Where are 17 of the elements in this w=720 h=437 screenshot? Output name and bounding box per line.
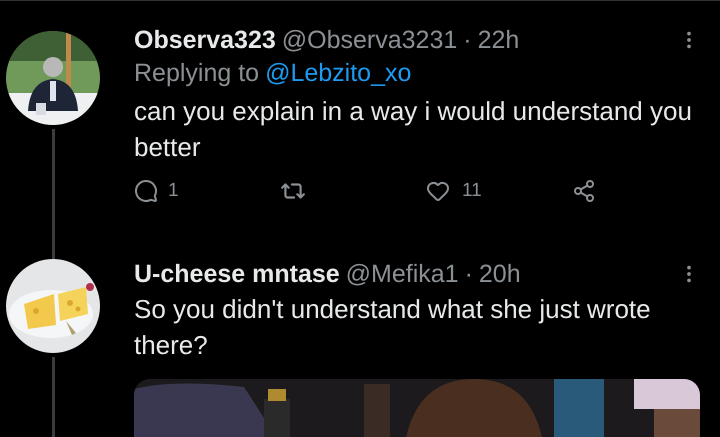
separator-dot: · xyxy=(464,259,473,289)
author-handle: @Observa3231 xyxy=(282,25,458,55)
like-icon[interactable] xyxy=(426,179,450,204)
reply-count: 1 xyxy=(168,179,179,203)
timestamp: 20h xyxy=(478,259,521,289)
timestamp: 22h xyxy=(478,25,520,55)
like-count: 11 xyxy=(462,179,482,203)
author-name: U-cheese mntase xyxy=(134,259,340,289)
share-icon[interactable] xyxy=(572,179,596,204)
mention-link[interactable]: @Lebzito_xo xyxy=(265,55,412,91)
separator-dot: · xyxy=(463,25,472,55)
reply-label: Replying to xyxy=(134,58,260,89)
author-handle: @Mefika1 xyxy=(346,259,459,289)
reply-icon[interactable] xyxy=(134,179,158,204)
tweet-text: can you explain in a way i would understand you better xyxy=(134,95,693,164)
tweet-text: So you didn't understand what she just wrote there? xyxy=(134,293,652,362)
author-name: Observa323 xyxy=(134,25,276,55)
